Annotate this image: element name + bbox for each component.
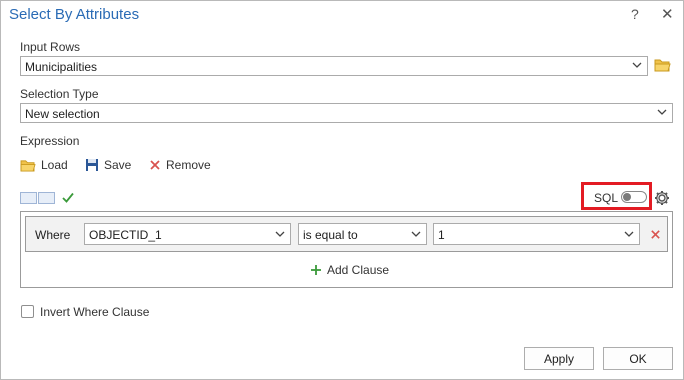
sql-toggle[interactable] — [621, 191, 647, 203]
field-dropdown[interactable]: OBJECTID_1 — [84, 223, 291, 245]
clause-row: Where OBJECTID_1 is equal to 1 — [25, 216, 668, 252]
gear-icon[interactable] — [654, 190, 670, 206]
chevron-down-icon — [275, 231, 285, 237]
invert-where-label: Invert Where Clause — [40, 305, 150, 319]
save-icon — [86, 159, 98, 171]
selection-type-label: Selection Type — [20, 87, 99, 101]
value-dropdown[interactable]: 1 — [433, 223, 640, 245]
input-rows-value: Municipalities — [25, 60, 98, 74]
sql-toggle-highlight: SQL — [581, 182, 652, 210]
selection-type-dropdown[interactable]: New selection — [20, 103, 673, 123]
browse-folder-icon[interactable] — [654, 58, 671, 72]
plus-icon — [311, 265, 321, 275]
remove-button[interactable]: Remove — [149, 158, 211, 172]
operator-value: is equal to — [303, 228, 358, 242]
add-clause-button[interactable]: Add Clause — [310, 263, 389, 277]
expression-tools — [20, 192, 55, 204]
clause-value: 1 — [438, 228, 445, 242]
selection-type-value: New selection — [25, 107, 100, 121]
load-button[interactable]: Load — [20, 158, 68, 172]
sql-label: SQL — [594, 191, 619, 205]
apply-button[interactable]: Apply — [524, 347, 594, 370]
help-button[interactable]: ? — [631, 6, 639, 22]
add-clause-label: Add Clause — [327, 263, 390, 277]
field-value: OBJECTID_1 — [89, 228, 162, 242]
title-bar: Select By Attributes ? ✕ — [1, 1, 683, 29]
move-left-icon[interactable] — [20, 192, 37, 204]
save-label: Save — [104, 158, 132, 172]
where-label: Where — [35, 228, 71, 242]
expression-builder: Where OBJECTID_1 is equal to 1 Add Claus… — [20, 211, 673, 288]
expression-label: Expression — [20, 134, 80, 148]
close-button[interactable]: ✕ — [661, 5, 674, 23]
operator-dropdown[interactable]: is equal to — [298, 223, 427, 245]
chevron-down-icon — [411, 231, 421, 237]
save-button[interactable]: Save — [85, 158, 131, 172]
chevron-down-icon — [657, 109, 667, 115]
input-rows-dropdown[interactable]: Municipalities — [20, 56, 648, 76]
remove-x-icon — [150, 160, 160, 170]
verify-check-icon[interactable] — [62, 192, 74, 203]
move-right-icon[interactable] — [38, 192, 55, 204]
ok-button[interactable]: OK — [603, 347, 673, 370]
folder-open-icon — [20, 159, 36, 172]
invert-where-checkbox[interactable] — [21, 305, 34, 318]
load-label: Load — [41, 158, 68, 172]
remove-label: Remove — [166, 158, 211, 172]
toggle-knob — [623, 193, 631, 201]
chevron-down-icon — [632, 62, 642, 68]
input-rows-label: Input Rows — [20, 40, 81, 54]
select-by-attributes-dialog: Select By Attributes ? ✕ Input Rows Muni… — [0, 0, 684, 380]
chevron-down-icon — [624, 231, 634, 237]
dialog-title: Select By Attributes — [9, 6, 140, 23]
delete-clause-icon[interactable] — [650, 229, 661, 240]
